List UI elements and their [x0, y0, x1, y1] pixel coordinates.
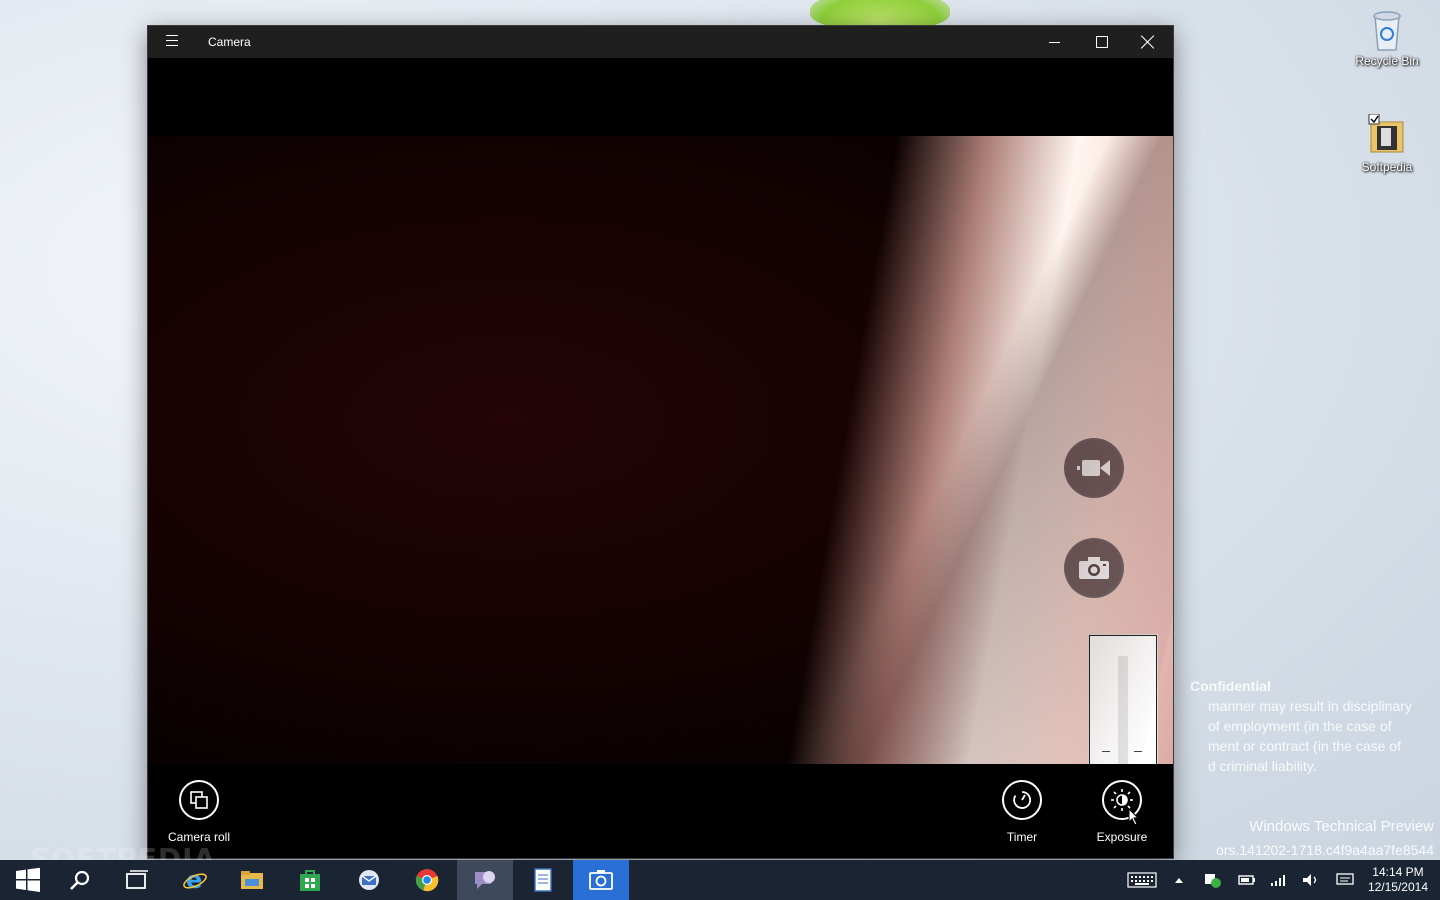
slider-tick	[1134, 751, 1142, 752]
chrome-icon	[415, 869, 439, 892]
exposure-button[interactable]: Exposure	[1082, 780, 1162, 844]
maximize-icon	[1096, 36, 1108, 48]
mail-client-icon	[359, 870, 379, 890]
notice-line: d criminal liability.	[1208, 758, 1317, 774]
clock-date: 12/15/2014	[1367, 880, 1428, 894]
title-bar[interactable]: Camera	[148, 26, 1173, 58]
network-tray-button[interactable]	[1268, 860, 1290, 900]
file-explorer-icon	[241, 871, 263, 889]
start-button[interactable]	[0, 860, 56, 900]
slider-tick	[1102, 751, 1110, 752]
windows-logo-icon	[16, 867, 40, 892]
chevron-up-icon	[1175, 878, 1183, 883]
taskbar-outlook[interactable]	[341, 860, 397, 900]
taskbar-store[interactable]	[282, 860, 338, 900]
folder-icon	[1367, 113, 1407, 158]
notice-heading: Confidential	[1190, 678, 1271, 694]
build-info-line1: Windows Technical Preview	[1249, 818, 1434, 835]
touch-keyboard-button[interactable]	[1124, 860, 1160, 900]
message-icon	[1336, 873, 1354, 885]
notifications-tray-button[interactable]	[1334, 860, 1356, 900]
timer-button[interactable]: Timer	[982, 780, 1062, 844]
show-hidden-icons-button[interactable]	[1170, 860, 1188, 900]
taskbar-clock[interactable]: 14:14 PM 12/15/2014	[1368, 865, 1428, 895]
camera-icon	[1079, 557, 1109, 579]
exposure-label: Exposure	[1096, 830, 1148, 844]
desktop-icon-softpedia[interactable]: Softpedia	[1352, 113, 1422, 174]
notice-line: ment or contract (in the case of	[1208, 738, 1401, 754]
camera-roll-icon	[179, 780, 219, 820]
camera-roll-button[interactable]: Camera roll	[159, 780, 239, 844]
confidential-notice: Confidential manner may result in discip…	[1190, 676, 1440, 776]
battery-icon	[1238, 875, 1255, 885]
taskbar-file-explorer[interactable]	[224, 860, 280, 900]
task-view-button[interactable]	[109, 860, 165, 900]
taskbar-internet-explorer[interactable]: e	[167, 860, 223, 900]
exposure-slider-panel	[1089, 635, 1157, 764]
timer-label: Timer	[1006, 830, 1038, 844]
notice-line: manner may result in disciplinary	[1208, 698, 1412, 714]
desktop-icon-recycle-bin[interactable]: Recycle Bin	[1352, 8, 1422, 68]
desktop-icon-label: Recycle Bin	[1355, 54, 1419, 68]
photo-mode-button[interactable]	[1064, 538, 1124, 598]
close-icon	[1141, 35, 1155, 49]
taskbar-feedback[interactable]	[457, 860, 513, 900]
mouse-cursor-icon	[1128, 808, 1140, 826]
search-button[interactable]	[52, 860, 108, 900]
timer-icon	[1002, 780, 1042, 820]
speaker-icon	[1303, 874, 1317, 886]
recycle-bin-icon	[1367, 8, 1407, 52]
camera-toolbar: Camera roll Timer Exposure	[148, 764, 1173, 858]
taskbar-chrome[interactable]	[399, 860, 455, 900]
power-tray-button[interactable]	[1236, 860, 1258, 900]
exposure-slider[interactable]	[1118, 656, 1128, 764]
flag-status-icon	[1205, 874, 1221, 888]
taskbar-camera[interactable]	[573, 860, 629, 900]
window-title: Camera	[208, 35, 251, 49]
hamburger-menu-icon[interactable]	[166, 35, 178, 47]
taskbar: e 14:14 PM 12/15/2014	[0, 860, 1440, 900]
minimize-button[interactable]	[1031, 26, 1077, 58]
task-view-icon	[126, 870, 148, 889]
keyboard-icon	[1127, 872, 1157, 888]
search-icon	[70, 870, 90, 890]
maximize-button[interactable]	[1079, 26, 1125, 58]
feedback-icon	[475, 871, 495, 889]
network-signal-icon	[1271, 875, 1285, 886]
build-info-line2: ors.141202-1718.c4f9a4aa7fe8544	[1216, 842, 1434, 858]
action-center-tray-button[interactable]	[1202, 860, 1224, 900]
minimize-icon	[1048, 41, 1060, 43]
camera-window: Camera Camera roll Timer Exposure	[148, 26, 1173, 858]
document-icon	[534, 868, 552, 892]
video-mode-button[interactable]	[1064, 438, 1124, 498]
video-camera-icon	[1077, 460, 1110, 476]
taskbar-notepad[interactable]	[515, 860, 571, 900]
store-icon	[300, 870, 320, 891]
internet-explorer-icon: e	[183, 867, 207, 893]
camera-viewfinder[interactable]	[148, 136, 1173, 764]
volume-tray-button[interactable]	[1300, 860, 1322, 900]
notice-line: of employment (in the case of	[1208, 718, 1392, 734]
clock-time: 14:14 PM	[1372, 865, 1424, 879]
desktop-icon-label: Softpedia	[1361, 160, 1413, 174]
close-button[interactable]	[1125, 26, 1171, 58]
camera-app-icon	[589, 870, 613, 890]
